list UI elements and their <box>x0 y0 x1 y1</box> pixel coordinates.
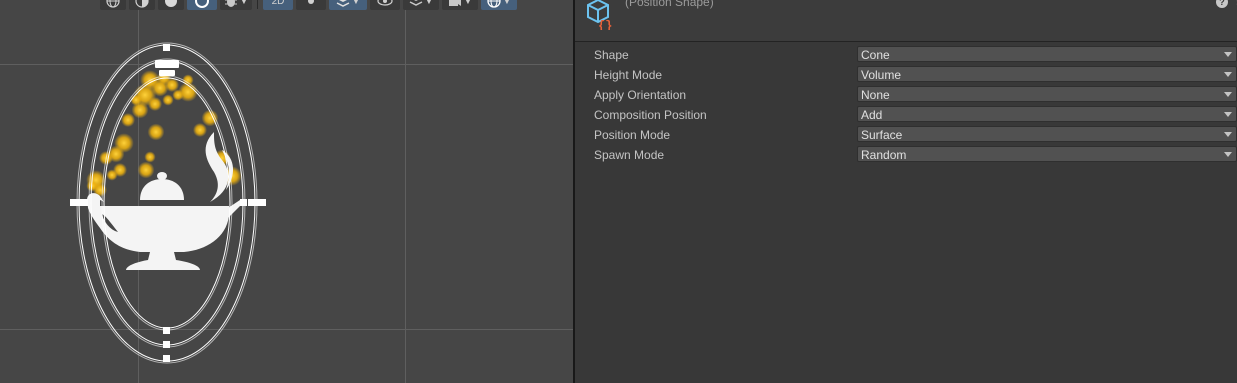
dropdown-value: Volume <box>861 68 902 82</box>
particle <box>172 89 184 101</box>
chevron-down-icon <box>1224 92 1232 97</box>
mode-2d-label: 2D <box>271 0 285 7</box>
height-mode-dropdown[interactable]: Volume <box>857 66 1237 82</box>
layers-icon <box>336 0 350 7</box>
particle <box>121 113 135 127</box>
chevron-down-icon <box>1224 132 1232 137</box>
chevron-down-icon: ▼ <box>503 0 511 6</box>
particle <box>144 151 156 163</box>
context-menu-icon[interactable]: ⋮ <box>1232 0 1237 7</box>
toolbar-separator <box>257 0 258 9</box>
property-label: Shape <box>594 48 629 62</box>
gizmo-handle-bottom[interactable] <box>163 327 170 334</box>
particle <box>148 97 162 111</box>
gizmo-handle-left[interactable] <box>70 199 88 206</box>
dropdown-value: Add <box>861 108 883 122</box>
gizmo-handle-bottom[interactable] <box>163 355 170 362</box>
dropdown-value: Random <box>861 148 907 162</box>
chevron-down-icon <box>1224 152 1232 157</box>
scene-view[interactable]: ▼ 2D ▼ ▼ ▼ ▼ <box>0 0 573 383</box>
property-row-position-mode: Position Mode Surface <box>575 126 1237 144</box>
block-title: (Position Shape) <box>625 0 714 9</box>
sphere-icon <box>165 0 177 7</box>
gizmo-handle-top-small[interactable] <box>159 70 175 76</box>
gizmo-handle-top-bar[interactable] <box>155 60 179 68</box>
chevron-down-icon <box>1224 112 1232 117</box>
property-label: Composition Position <box>594 108 707 122</box>
property-row-shape: Shape Cone <box>575 46 1237 64</box>
svg-text:{}: {} <box>598 19 612 30</box>
scene-visibility-button[interactable] <box>370 0 400 10</box>
chevron-down-icon <box>1224 72 1232 77</box>
property-label: Spawn Mode <box>594 148 665 162</box>
mode-2d-button[interactable]: 2D <box>263 0 293 10</box>
particle <box>106 169 118 181</box>
effects-toggle-button[interactable]: ▼ <box>329 0 367 10</box>
property-row-height-mode: Height Mode Volume <box>575 66 1237 84</box>
globe-wire-icon <box>106 0 120 8</box>
moon-icon <box>195 0 209 8</box>
spawn-mode-dropdown[interactable]: Random <box>857 146 1237 162</box>
position-block-icon: {} <box>587 0 612 30</box>
gizmo-handle-bottom[interactable] <box>163 341 170 348</box>
block-header[interactable]: {} (Position Shape) ? ⋮ <box>575 0 1237 42</box>
property-row-composition-position: Composition Position Add <box>575 106 1237 124</box>
particle <box>193 123 207 137</box>
chevron-down-icon: ▼ <box>425 0 433 6</box>
debug-draw-mode-button[interactable]: ▼ <box>220 0 252 10</box>
bug-icon <box>225 0 238 7</box>
chevron-down-icon <box>1224 52 1232 57</box>
chevron-down-icon: ▼ <box>464 0 472 6</box>
gizmo-handle-right-inner[interactable] <box>240 199 247 206</box>
position-shape-gizmo <box>70 42 266 364</box>
stack-icon <box>409 0 423 6</box>
apply-orientation-dropdown[interactable]: None <box>857 86 1237 102</box>
dropdown-value: Cone <box>861 48 890 62</box>
property-label: Apply Orientation <box>594 88 687 102</box>
property-label: Height Mode <box>594 68 663 82</box>
unlit-button[interactable] <box>187 0 217 10</box>
gizmos-toggle-button[interactable]: ▼ <box>481 0 517 10</box>
property-row-spawn-mode: Spawn Mode Random <box>575 146 1237 164</box>
shape-dropdown[interactable]: Cone <box>857 46 1237 62</box>
wireframe-shading-button[interactable] <box>100 0 126 10</box>
eye-icon <box>377 0 393 6</box>
gizmo-globe-icon <box>487 0 501 8</box>
particle <box>147 123 165 141</box>
property-row-apply-orientation: Apply Orientation None <box>575 86 1237 104</box>
help-icon[interactable]: ? <box>1216 0 1228 8</box>
chevron-down-icon: ▼ <box>352 0 360 6</box>
gizmo-handle-right[interactable] <box>248 199 266 206</box>
shaded-wireframe-button[interactable] <box>129 0 155 10</box>
dropdown-value: Surface <box>861 128 903 142</box>
camera-icon <box>449 0 462 6</box>
inspector-panel: {} (Position Shape) ? ⋮ Shape Cone Heigh… <box>575 0 1237 383</box>
particle <box>162 94 174 106</box>
camera-settings-button[interactable]: ▼ <box>442 0 478 10</box>
chevron-down-icon: ▼ <box>240 0 248 6</box>
position-mode-dropdown[interactable]: Surface <box>857 126 1237 142</box>
layers-dropdown-button[interactable]: ▼ <box>403 0 439 10</box>
lighting-toggle-button[interactable] <box>296 0 326 10</box>
composition-position-dropdown[interactable]: Add <box>857 106 1237 122</box>
dropdown-value: None <box>861 88 890 102</box>
globe-half-icon <box>135 0 149 8</box>
property-label: Position Mode <box>594 128 671 142</box>
light-icon <box>308 0 314 4</box>
particle <box>137 161 155 179</box>
scene-toolbar: ▼ 2D ▼ ▼ ▼ ▼ <box>100 0 517 11</box>
shaded-button[interactable] <box>158 0 184 10</box>
gizmo-handle-top[interactable] <box>163 44 170 51</box>
